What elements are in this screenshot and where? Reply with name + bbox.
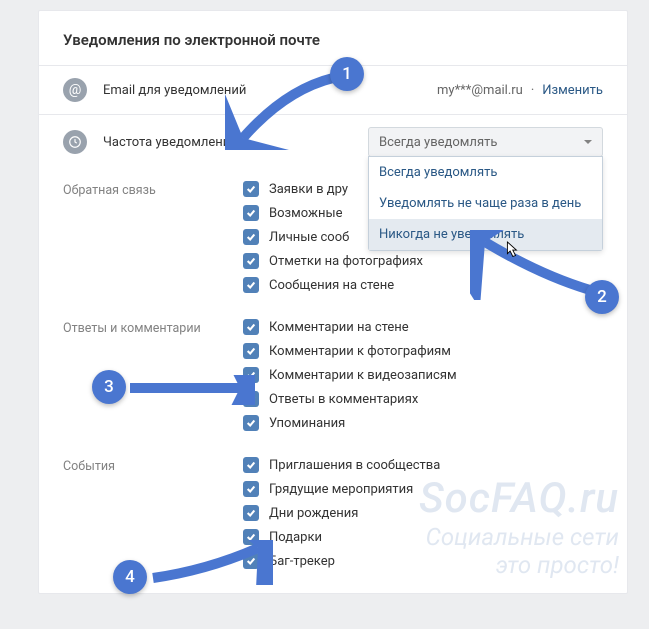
checkbox-row[interactable]: Грядущие мероприятия bbox=[243, 481, 440, 497]
frequency-select[interactable]: Всегда уведомлять bbox=[368, 127, 603, 157]
checkbox-label: Комментарии к фотографиям bbox=[269, 344, 451, 359]
checkbox[interactable] bbox=[243, 553, 259, 569]
annotation-badge-4: 4 bbox=[113, 560, 147, 594]
checkbox-label: Отметки на фотографиях bbox=[269, 254, 423, 269]
frequency-dropdown: Всегда уведомлять Уведомлять не чаще раз… bbox=[368, 156, 603, 251]
checkbox-row[interactable]: Упоминания bbox=[243, 415, 457, 431]
checkbox-label: Упоминания bbox=[269, 416, 345, 431]
checkbox[interactable] bbox=[243, 319, 259, 335]
checkbox-label: Подарки bbox=[269, 530, 322, 545]
checkbox-group: Приглашения в сообщества Грядущие меропри… bbox=[243, 457, 440, 569]
checkbox-label: Личные сооб bbox=[269, 230, 349, 245]
chevron-down-icon bbox=[584, 140, 592, 144]
checkbox-row[interactable]: Отметки на фотографиях bbox=[243, 253, 423, 269]
checkbox[interactable] bbox=[243, 391, 259, 407]
checkbox[interactable] bbox=[243, 505, 259, 521]
frequency-row: Частота уведомлений Всегда уведомлять Вс… bbox=[39, 114, 627, 169]
checkbox-row[interactable]: Баг-трекер bbox=[243, 553, 440, 569]
annotation-badge-1: 1 bbox=[330, 57, 364, 91]
page-title: Уведомления по электронной почте bbox=[39, 11, 627, 65]
email-label: Email для уведомлений bbox=[103, 83, 246, 98]
checkbox-row[interactable]: Сообщения на стене bbox=[243, 277, 423, 293]
checkbox-group: Комментарии на стене Комментарии к фотогр… bbox=[243, 319, 457, 431]
at-icon: @ bbox=[63, 78, 87, 102]
checkbox[interactable] bbox=[243, 343, 259, 359]
freq-option-never[interactable]: Никогда не уведомлять bbox=[369, 219, 602, 250]
annotation-badge-2: 2 bbox=[585, 280, 619, 314]
checkbox[interactable] bbox=[243, 205, 259, 221]
settings-panel: Уведомления по электронной почте @ Email… bbox=[38, 10, 628, 594]
checkbox-row[interactable]: Комментарии к фотографиям bbox=[243, 343, 457, 359]
clock-icon bbox=[63, 130, 87, 154]
checkbox-label: Заявки в дру bbox=[269, 182, 348, 197]
section-label: События bbox=[63, 457, 243, 569]
checkbox-label: Баг-трекер bbox=[269, 554, 335, 569]
checkbox-row[interactable]: Подарки bbox=[243, 529, 440, 545]
checkbox-row[interactable]: Приглашения в сообщества bbox=[243, 457, 440, 473]
change-email-link[interactable]: Изменить bbox=[542, 83, 603, 98]
checkbox-row[interactable]: Дни рождения bbox=[243, 505, 440, 521]
frequency-label: Частота уведомлений bbox=[103, 135, 238, 150]
separator: · bbox=[531, 83, 534, 98]
section-label: Обратная связь bbox=[63, 181, 243, 293]
checkbox[interactable] bbox=[243, 229, 259, 245]
checkbox-label: Комментарии к видеозаписям bbox=[269, 368, 457, 383]
email-value: my***@mail.ru bbox=[437, 83, 523, 98]
settings-section: События Приглашения в сообщества Грядущие … bbox=[39, 435, 627, 573]
checkbox[interactable] bbox=[243, 415, 259, 431]
checkbox-row[interactable]: Комментарии на стене bbox=[243, 319, 457, 335]
checkbox-label: Дни рождения bbox=[269, 506, 358, 521]
checkbox-label: Ответы в комментариях bbox=[269, 392, 418, 407]
annotation-badge-3: 3 bbox=[92, 370, 126, 404]
checkbox[interactable] bbox=[243, 457, 259, 473]
freq-option-always[interactable]: Всегда уведомлять bbox=[369, 157, 602, 188]
settings-section: Ответы и комментарииКомментарии на стене… bbox=[39, 297, 627, 435]
checkbox[interactable] bbox=[243, 277, 259, 293]
checkbox-row[interactable]: Ответы в комментариях bbox=[243, 391, 457, 407]
frequency-selected: Всегда уведомлять bbox=[379, 135, 497, 150]
checkbox[interactable] bbox=[243, 481, 259, 497]
section-label: Ответы и комментарии bbox=[63, 319, 243, 431]
checkbox-label: Сообщения на стене bbox=[269, 278, 394, 293]
checkbox-row[interactable]: Комментарии к видеозаписям bbox=[243, 367, 457, 383]
checkbox[interactable] bbox=[243, 181, 259, 197]
checkbox-label: Комментарии на стене bbox=[269, 320, 409, 335]
checkbox[interactable] bbox=[243, 367, 259, 383]
checkbox-label: Возможные bbox=[269, 206, 342, 221]
freq-option-daily[interactable]: Уведомлять не чаще раза в день bbox=[369, 188, 602, 219]
checkbox[interactable] bbox=[243, 529, 259, 545]
cursor-icon bbox=[502, 240, 520, 262]
checkbox[interactable] bbox=[243, 253, 259, 269]
checkbox-label: Приглашения в сообщества bbox=[269, 458, 440, 473]
checkbox-label: Грядущие мероприятия bbox=[269, 482, 413, 497]
